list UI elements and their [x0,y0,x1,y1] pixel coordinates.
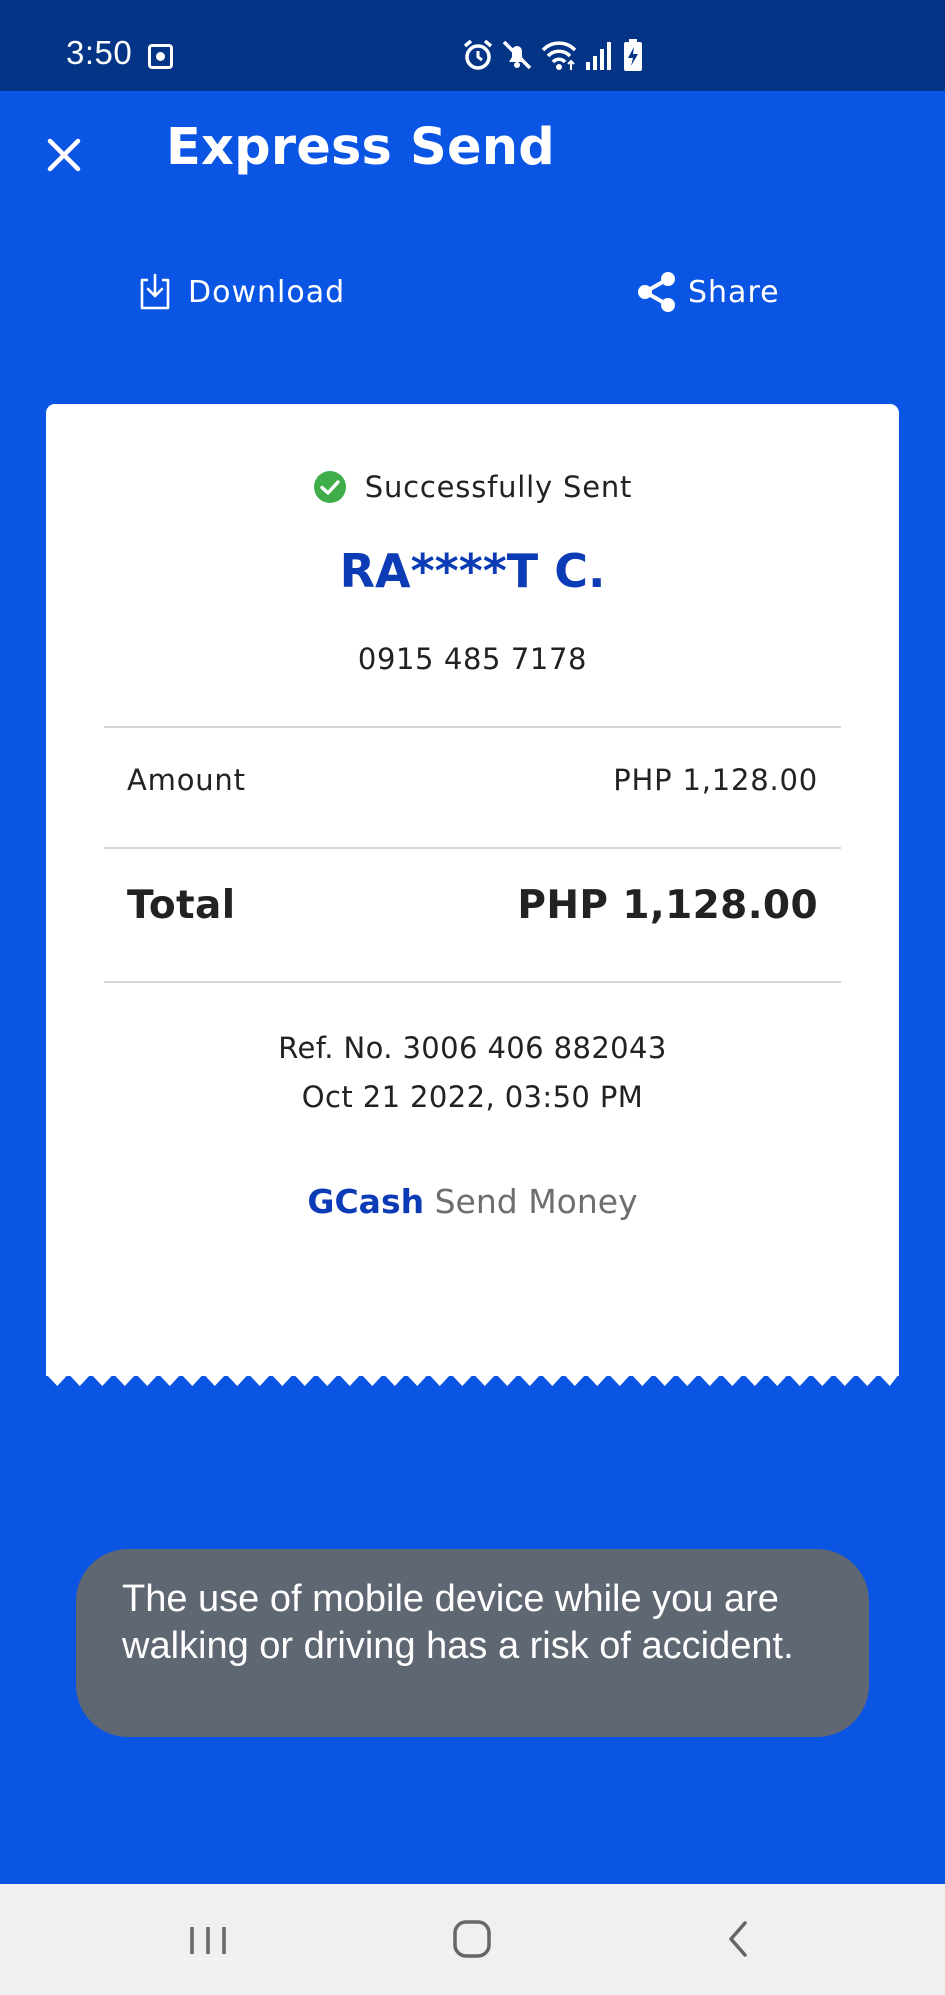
check-circle-icon [313,471,346,503]
recipient-number: 0915 485 7178 [357,642,588,676]
page-title: Express Send [166,118,555,177]
download-icon [140,273,170,310]
signal-icon [586,42,611,70]
divider [104,847,841,849]
torn-edge-shape [46,1362,899,1386]
brand-service-label: Send Money [434,1182,638,1221]
toast-message: The use of mobile device while you are w… [76,1549,869,1737]
total-label: Total [127,883,236,928]
total-row: Total PHP 1,128.00 [127,883,818,928]
mute-icon [502,40,532,70]
success-status: Successfully Sent [46,470,899,504]
share-label: Share [688,274,780,310]
amount-row: Amount PHP 1,128.00 [127,763,818,797]
alarm-icon [463,39,493,70]
download-label: Download [188,274,346,310]
share-button[interactable]: Share [634,264,780,320]
battery-charging-icon [624,39,642,71]
reference-number: Ref. No. 3006 406 882043 [278,1031,667,1065]
close-icon[interactable] [40,131,88,179]
recipient-name: RA****T C. [339,544,606,598]
divider [104,726,841,728]
recent-apps-icon[interactable] [148,1884,268,1995]
download-button[interactable]: Download [136,264,345,320]
brand-footer: GCash Send Money [46,1182,899,1221]
total-value: PHP 1,128.00 [517,883,818,928]
status-time: 3:50 [66,34,133,71]
amount-label: Amount [127,763,246,797]
share-icon [638,272,675,312]
transaction-date: Oct 21 2022, 03:50 PM [301,1080,644,1114]
receipt-card: Successfully Sent RA****T C. 0915 485 71… [46,404,899,1376]
screen-recorder-icon [148,44,173,69]
navigation-bar [0,1884,945,1995]
status-bar: 3:50 [0,0,945,91]
divider [104,981,841,983]
receipt-torn-edge [46,1362,899,1386]
brand-logo-text: GCash [307,1182,425,1221]
wifi-icon [541,41,577,70]
success-status-label: Successfully Sent [364,470,633,504]
back-icon[interactable] [676,1884,796,1995]
home-icon[interactable] [412,1884,532,1995]
amount-value: PHP 1,128.00 [613,763,818,797]
